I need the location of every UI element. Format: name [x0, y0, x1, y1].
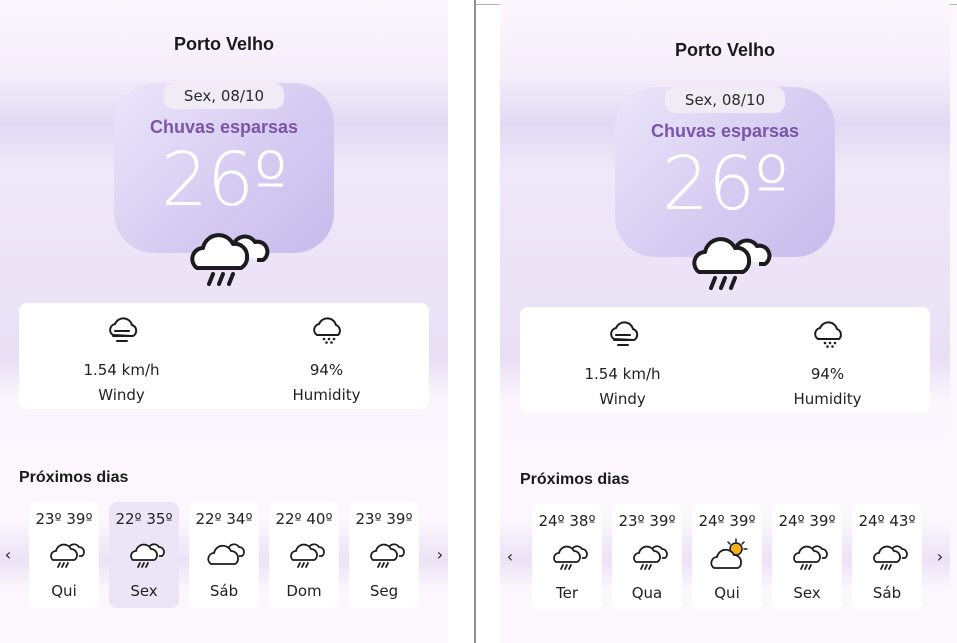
forecast-day-name: Qui: [714, 584, 740, 602]
sun-cloud-icon: [710, 538, 748, 569]
city-name: Porto Velho: [173, 34, 274, 54]
rain-cloud-icon: [130, 543, 165, 568]
forecast-day-dom[interactable]: 22º 40º Dom: [269, 502, 339, 608]
current-stats-card: 1.54 km/h Windy 94% Humidity: [19, 303, 429, 409]
condition-text: Chuvas esparsas: [650, 121, 800, 141]
scroll-gutter: [950, 5, 957, 643]
humidity-label: Humidity: [292, 386, 361, 404]
wind-value: 1.54 km/h: [584, 365, 661, 383]
weather-panel-left: Porto Velho Sex, 08/10 Chuvas esparsas 2…: [0, 0, 448, 643]
forecast-range: 23º 39º: [618, 512, 676, 530]
rain-cloud-icon: [873, 545, 908, 570]
wind-stat: 1.54 km/h Windy: [520, 307, 725, 413]
forecast-day-qui[interactable]: 23º 39º Qui: [29, 502, 99, 608]
forecast-day-name: Sáb: [209, 582, 239, 600]
forecast-day-sáb[interactable]: 22º 34º Sáb: [189, 502, 259, 608]
humidity-stat: 94% Humidity: [725, 307, 930, 413]
rain-cloud-icon: [370, 543, 405, 568]
forecast-day-name: Sáb: [872, 584, 902, 602]
rain-cloud-icon: [553, 545, 588, 570]
condition-text: Chuvas esparsas: [149, 117, 299, 137]
forecast-range: 22º 40º: [275, 510, 333, 528]
forecast-range: 22º 35º: [115, 510, 173, 528]
wind-value: 1.54 km/h: [83, 361, 160, 379]
wind-cloud-icon: [109, 317, 138, 342]
rain-cloud-icon: [50, 543, 85, 568]
next-days-button[interactable]: ›: [932, 537, 948, 577]
forecast-day-name: Seg: [369, 582, 399, 600]
forecast-range: 24º 39º: [698, 512, 756, 530]
rain-cloud-icon: [793, 545, 828, 570]
forecast-day-qui[interactable]: 24º 39º Qui: [692, 504, 762, 610]
next-days-title: Próximos dias: [520, 471, 630, 488]
date-pill: Sex, 08/10: [665, 87, 785, 113]
forecast-day-name: Qui: [51, 582, 77, 600]
forecast-day-seg[interactable]: 23º 39º Seg: [349, 502, 419, 608]
next-days-button[interactable]: ›: [432, 535, 448, 575]
wind-stat: 1.54 km/h Windy: [19, 303, 224, 409]
current-stats-card: 1.54 km/h Windy 94% Humidity: [520, 307, 930, 413]
forecast-day-name: Sex: [793, 584, 821, 602]
humidity-value: 94%: [810, 365, 845, 383]
forecast-range: 23º 39º: [355, 510, 413, 528]
forecast-day-name: Sex: [130, 582, 158, 600]
humidity-cloud-icon: [313, 317, 341, 344]
forecast-day-name: Qua: [631, 584, 663, 602]
rain-cloud-icon: [692, 237, 772, 290]
humidity-label: Humidity: [793, 390, 862, 408]
forecast-day-name: Ter: [555, 584, 578, 602]
prev-days-button[interactable]: ‹: [0, 535, 16, 575]
window-divider: [474, 0, 476, 643]
forecast-day-sáb[interactable]: 24º 43º Sáb: [852, 504, 922, 610]
forecast-range: 22º 34º: [195, 510, 253, 528]
rain-cloud-icon: [290, 543, 325, 568]
prev-days-button[interactable]: ‹: [502, 537, 518, 577]
forecast-range: 24º 43º: [858, 512, 916, 530]
humidity-stat: 94% Humidity: [224, 303, 429, 409]
forecast-range: 24º 39º: [778, 512, 836, 530]
forecast-range: 24º 38º: [538, 512, 596, 530]
rain-cloud-icon: [633, 545, 668, 570]
date-pill: Sex, 08/10: [164, 83, 284, 109]
weather-panel-right: Porto Velho Sex, 08/10 Chuvas esparsas 2…: [500, 0, 950, 643]
next-days-title: Próximos dias: [19, 469, 129, 486]
wind-label: Windy: [599, 390, 646, 408]
cloud-icon: [207, 543, 245, 565]
forecast-day-sex[interactable]: 22º 35º Sex: [109, 502, 179, 608]
humidity-cloud-icon: [814, 321, 842, 348]
city-name: Porto Velho: [674, 40, 775, 60]
forecast-day-qua[interactable]: 23º 39º Qua: [612, 504, 682, 610]
forecast-day-ter[interactable]: 24º 38º Ter: [532, 504, 602, 610]
forecast-range: 23º 39º: [35, 510, 93, 528]
humidity-value: 94%: [309, 361, 344, 379]
current-temperature: 26º: [160, 137, 288, 223]
wind-cloud-icon: [610, 321, 639, 346]
current-temperature: 26º: [661, 141, 789, 227]
wind-label: Windy: [98, 386, 145, 404]
rain-cloud-icon: [190, 233, 270, 286]
forecast-day-name: Dom: [286, 582, 322, 600]
forecast-day-sex[interactable]: 24º 39º Sex: [772, 504, 842, 610]
